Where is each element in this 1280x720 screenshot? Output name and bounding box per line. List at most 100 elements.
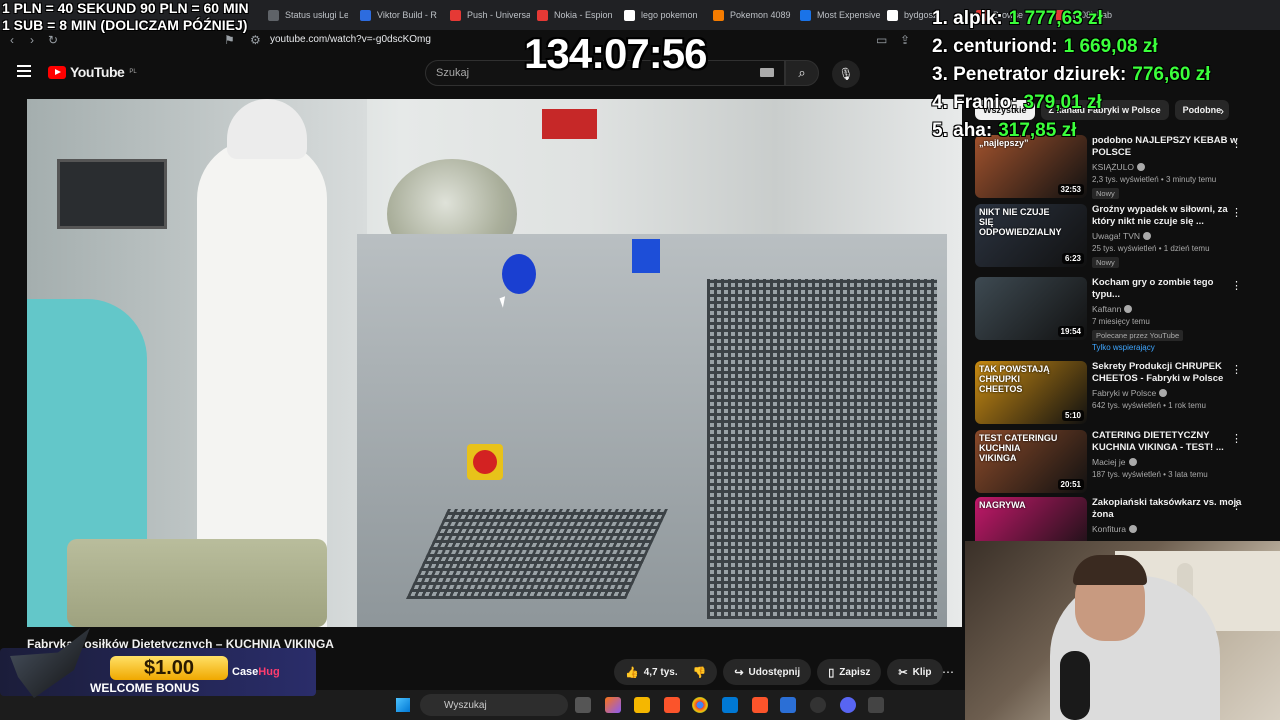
more-actions-icon[interactable]: ⋯ xyxy=(942,665,955,679)
video-scene-grille xyxy=(707,279,937,619)
tab-label: Pokemon 4089 xyxy=(730,10,791,20)
forward-icon[interactable]: › xyxy=(30,33,34,47)
browser-tab[interactable]: Most Expensive xyxy=(800,4,880,26)
recommendation-title[interactable]: Kocham gry o zombie tego typu... xyxy=(1092,277,1242,302)
more-options-icon[interactable]: ⋮ xyxy=(1231,137,1242,150)
video-duration: 19:54 xyxy=(1057,326,1084,337)
discord-icon[interactable] xyxy=(840,697,856,713)
channel-name: Fabryki w Polsce xyxy=(1092,388,1157,398)
brand-part-b: Hug xyxy=(258,666,280,678)
cast-icon[interactable]: ▭ xyxy=(876,33,887,47)
search-button[interactable]: ⌕ xyxy=(785,60,819,86)
recommendation-thumbnail[interactable]: 19:54 xyxy=(975,277,1087,340)
taskbar-search-input[interactable]: Wyszukaj xyxy=(420,694,568,716)
brand-part-a: Case xyxy=(232,666,259,678)
save-button[interactable]: ▯ Zapisz xyxy=(817,659,882,685)
video-duration: 6:23 xyxy=(1061,253,1084,264)
browser-tab[interactable]: Push - Universa xyxy=(450,4,530,26)
windows-start-icon[interactable] xyxy=(396,698,410,712)
donor-name: 1. alpik: xyxy=(932,8,1003,29)
recommendation-channel[interactable]: Konfitura xyxy=(1092,524,1138,534)
clip-label: Klip xyxy=(912,666,932,678)
share-button[interactable]: ↪ Udostępnij xyxy=(723,659,812,685)
tab-favicon-icon xyxy=(800,9,811,21)
url-field[interactable]: youtube.com/watch?v=-g0dscKOmg xyxy=(270,34,431,45)
recommendation-meta: 25 tys. wyświetleń • 1 dzień temu xyxy=(1092,244,1210,253)
more-options-icon[interactable]: ⋮ xyxy=(1231,499,1242,512)
recommendation-item[interactable]: NIKT NIE CZUJE SIĘ ODPOWIEDZIALNY 6:23 Gro… xyxy=(975,204,1270,268)
recommendation-channel[interactable]: KSIĄŻULO xyxy=(1092,162,1146,172)
browser-tab[interactable]: Status usługi Le xyxy=(268,4,348,26)
recommendation-thumbnail[interactable]: TAK POWSTAJĄ CHRUPKI CHEETOS 5:10 xyxy=(975,361,1087,424)
more-options-icon[interactable]: ⋮ xyxy=(1231,432,1242,445)
casehug-logo: CaseHug xyxy=(232,666,280,678)
thumbs-down-icon[interactable]: 👎 xyxy=(693,666,707,679)
recommendation-meta: 642 tys. wyświetleń • 1 rok temu xyxy=(1092,401,1206,410)
channel-name: KSIĄŻULO xyxy=(1092,162,1135,172)
keyboard-icon[interactable] xyxy=(760,68,774,77)
share-page-icon[interactable]: ⇪ xyxy=(900,33,910,47)
youtube-play-icon xyxy=(48,65,66,79)
video-actions: 👍 4,7 tys. 👎 ↪ Udostępnij ▯ Zapisz ✂ Klip xyxy=(614,659,943,685)
verified-icon xyxy=(1124,305,1133,313)
recommendation-title[interactable]: Sekrety Produkcji CHRUPEK CHEETOS - Fabr… xyxy=(1092,361,1242,386)
more-options-icon[interactable]: ⋮ xyxy=(1231,206,1242,219)
recommendation-item[interactable]: 19:54 Kocham gry o zombie tego typu... Kaf… xyxy=(975,277,1270,352)
brave-icon-2[interactable] xyxy=(752,697,768,713)
reload-icon[interactable]: ↻ xyxy=(48,33,58,47)
video-duration: 32:53 xyxy=(1057,184,1084,195)
recommendation-item[interactable]: TAK POWSTAJĄ CHRUPKI CHEETOS 5:10 Sekrety … xyxy=(975,361,1270,425)
browser-tab[interactable]: lego pokemon xyxy=(624,4,704,26)
more-options-icon[interactable]: ⋮ xyxy=(1231,279,1242,292)
site-info-icon[interactable]: ⚙ xyxy=(250,33,261,47)
recommendation-title[interactable]: Groźny wypadek w siłowni, za który nikt … xyxy=(1092,204,1242,229)
share-label: Udostępnij xyxy=(748,666,801,678)
copilot-icon[interactable] xyxy=(605,697,621,713)
bookmark-icon[interactable]: ⚑ xyxy=(224,33,235,47)
tab-favicon-icon xyxy=(450,9,461,21)
recommendation-channel[interactable]: Maciej je xyxy=(1092,457,1137,467)
file-explorer-icon[interactable] xyxy=(634,697,650,713)
recommendation-title[interactable]: CATERING DIETETYCZNY KUCHNIA VIKINGA - T… xyxy=(1092,430,1242,455)
voice-search-button[interactable]: 🎙 xyxy=(832,60,860,88)
recommendation-channel[interactable]: Uwaga! TVN xyxy=(1092,231,1152,241)
video-scene-tray xyxy=(67,539,327,627)
browser-tab[interactable]: Nokia - Espion xyxy=(537,4,615,26)
tab-favicon-icon xyxy=(887,9,898,21)
thumbnail-caption: NAGRYWA xyxy=(979,500,1026,510)
recommendation-thumbnail[interactable]: TEST CATERINGU KUCHNIA VIKINGA 20:51 xyxy=(975,430,1087,493)
store-icon[interactable] xyxy=(722,697,738,713)
app-icon[interactable] xyxy=(780,697,796,713)
verified-icon xyxy=(1129,525,1138,533)
recommendation-item[interactable]: TEST CATERINGU KUCHNIA VIKINGA 20:51 CATER… xyxy=(975,430,1270,494)
hamburger-menu-icon[interactable] xyxy=(17,65,31,77)
thumbs-up-icon: 👍 xyxy=(625,666,639,679)
recommendation-channel[interactable]: Kaftann xyxy=(1092,304,1133,314)
video-player[interactable] xyxy=(27,99,962,627)
tab-label: Status usługi Le xyxy=(285,10,348,20)
youtube-logo[interactable]: YouTube PL xyxy=(48,64,137,80)
donor-amount: 1 777,63 zł xyxy=(1008,8,1103,29)
browser-tab[interactable]: Viktor Build - R xyxy=(360,4,440,26)
recommendation-title[interactable]: Zakopiański taksówkarz vs. moja żona xyxy=(1092,497,1242,522)
recommendation-thumbnail[interactable]: NIKT NIE CZUJE SIĘ ODPOWIEDZIALNY 6:23 xyxy=(975,204,1087,267)
bonus-text: WELCOME BONUS xyxy=(90,681,200,695)
clip-button[interactable]: ✂ Klip xyxy=(887,659,943,685)
donation-rate-overlay: 1 PLN = 40 SEKUND 90 PLN = 60 MIN 1 SUB … xyxy=(2,0,249,34)
channel-name: Konfitura xyxy=(1092,524,1127,534)
chrome-icon[interactable] xyxy=(692,697,708,713)
browser-tab[interactable]: Pokemon 4089 xyxy=(713,4,793,26)
more-options-icon[interactable]: ⋮ xyxy=(1231,363,1242,376)
app-icon-2[interactable] xyxy=(868,697,884,713)
verified-icon xyxy=(1143,232,1152,240)
recommendation-channel[interactable]: Fabryki w Polsce xyxy=(1092,388,1168,398)
task-view-icon[interactable] xyxy=(575,697,591,713)
obs-icon[interactable] xyxy=(810,697,826,713)
bonus-amount: $1.00 xyxy=(110,656,228,680)
brave-browser-icon[interactable] xyxy=(664,697,680,713)
leaderboard-row: 1. alpik: 1 777,63 zł xyxy=(932,8,1210,36)
chevron-right-icon[interactable]: › xyxy=(1220,104,1224,118)
back-icon[interactable]: ‹ xyxy=(10,33,14,47)
tab-label: Most Expensive xyxy=(817,10,880,20)
like-button[interactable]: 👍 4,7 tys. 👎 xyxy=(614,659,718,685)
